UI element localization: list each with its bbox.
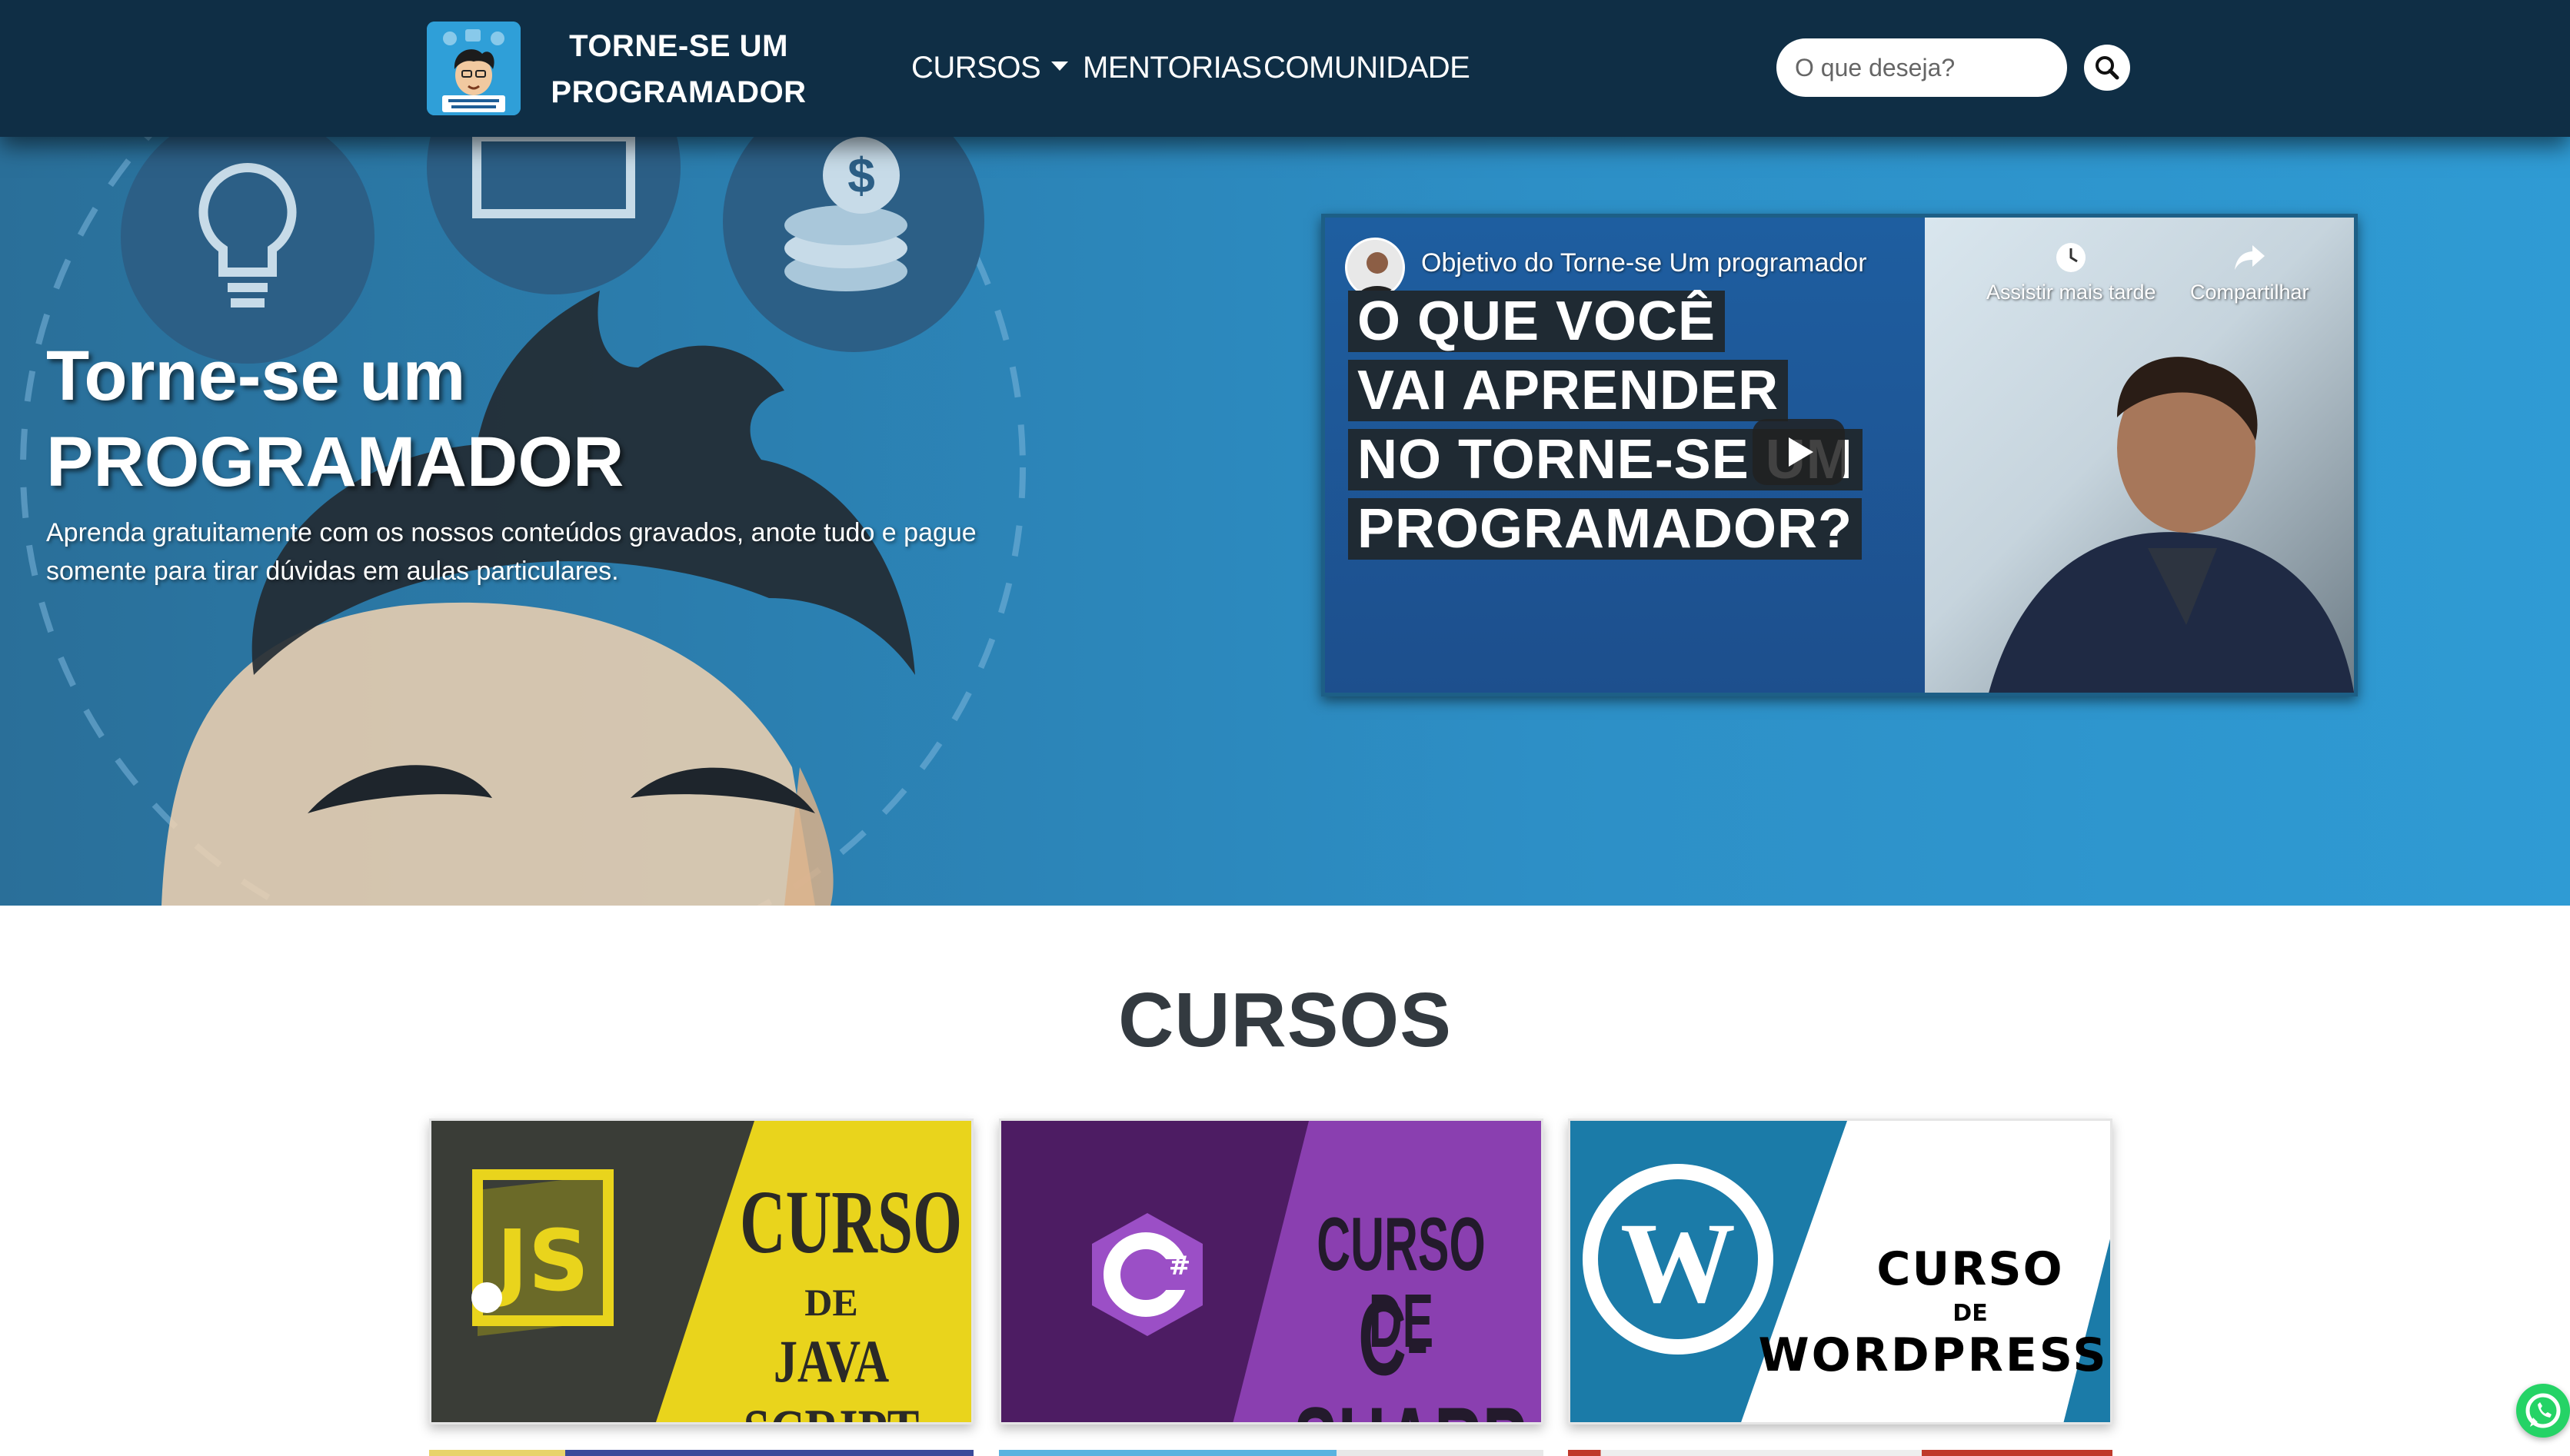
course-card-wordpress[interactable]: W CURSO DE WORDPRESS [1568,1119,2112,1424]
whatsapp-button[interactable] [2516,1384,2570,1438]
nav-cursos[interactable]: CURSOS [911,46,1069,89]
hero-title-line1: Torne-se um [46,337,466,415]
card-line3: JAVA SCRIPT [744,1328,920,1422]
caret-down-icon [1051,61,1069,71]
channel-avatar[interactable] [1345,238,1405,298]
video-title[interactable]: Objetivo do Torne-se Um programador [1421,248,1867,278]
svg-text:$: $ [847,148,875,203]
course-card-peek [999,1450,1543,1456]
watch-later-button[interactable]: Assistir mais tarde [1986,241,2156,304]
svg-text:W: W [1620,1199,1736,1327]
hero-title-line2: PROGRAMADOR [46,423,624,501]
card-line1: CURSO [1876,1242,2064,1296]
course-card-csharp[interactable]: # CURSO DE C-SHARP [999,1119,1543,1424]
watch-later-label: Assistir mais tarde [1986,281,2156,304]
share-button[interactable]: Compartilhar [2190,241,2309,304]
whatsapp-icon [2525,1393,2561,1428]
card-line2: C-SHARP [1293,1277,1527,1423]
search-button[interactable] [2084,45,2130,91]
search-input[interactable] [1776,38,2067,97]
courses-section-title: CURSOS [1118,977,1452,1063]
navbar: TORNE-SE UM PROGRAMADOR CURSOS MENTORIAS… [0,0,2570,137]
thumbnail-line: O QUE VOCÊ [1348,291,1726,352]
nav-comunidade[interactable]: COMUNIDADE [1263,46,1470,89]
programmer-avatar-logo-icon [427,22,521,115]
course-card-peek [1568,1450,2112,1456]
search-icon [2096,56,2119,80]
card-line2: DE [804,1281,858,1324]
card-line2: DE [1952,1300,1988,1327]
brand-name[interactable]: TORNE-SE UM PROGRAMADOR [531,23,827,115]
video-player[interactable]: Objetivo do Torne-se Um programador O QU… [1321,214,2358,696]
play-button[interactable] [1753,419,1845,485]
thumbnail-line: VAI APRENDER [1348,360,1789,421]
hero-section: $ Torne-se um PROGRAMADOR Aprenda gratui… [0,137,2570,906]
thumbnail-line: PROGRAMADOR? [1348,498,1862,560]
presenter-photo-icon [1989,357,2354,693]
hero-title: Torne-se um PROGRAMADOR [46,333,624,505]
course-card-peek [429,1450,974,1456]
course-card-javascript[interactable]: JS CURSO DE JAVA SCRIPT [429,1119,974,1424]
svg-text:#: # [1169,1251,1191,1281]
card-line1: CURSO [740,1172,963,1272]
site-logo[interactable] [427,22,521,115]
share-label: Compartilhar [2190,281,2309,304]
card-line3: WORDPRESS [1758,1328,2109,1382]
svg-text:JS: JS [491,1212,589,1310]
nav-cursos-label: CURSOS [911,51,1041,85]
nav-mentorias[interactable]: MENTORIAS [1083,46,1262,89]
hero-subtitle: Aprenda gratuitamente com os nossos cont… [46,518,977,586]
share-icon [2235,245,2265,270]
clock-icon [2056,243,2086,272]
